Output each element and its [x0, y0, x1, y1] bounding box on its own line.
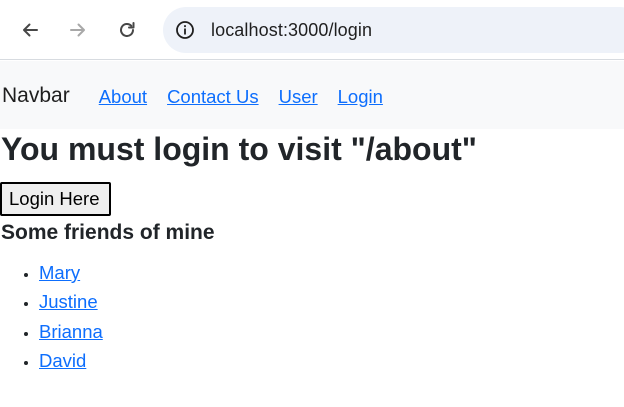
list-item: David [39, 346, 103, 375]
nav-link-login[interactable]: Login [338, 86, 383, 108]
address-bar[interactable]: localhost:3000/login [163, 7, 624, 53]
url-text[interactable]: localhost:3000/login [211, 20, 372, 41]
list-item: Brianna [39, 317, 103, 346]
friend-link-david[interactable]: David [39, 350, 86, 371]
nav-link-contact-us[interactable]: Contact Us [167, 86, 259, 108]
back-arrow-icon [23, 23, 38, 37]
friends-heading: Some friends of mine [1, 221, 215, 244]
page-navbar: Navbar About Contact Us User Login [0, 61, 624, 129]
navbar-brand[interactable]: Navbar [2, 84, 70, 108]
friend-link-mary[interactable]: Mary [39, 262, 80, 283]
reload-icon [120, 22, 135, 37]
list-item: Justine [39, 287, 103, 316]
forward-button[interactable] [63, 15, 93, 45]
friend-link-justine[interactable]: Justine [39, 291, 98, 312]
nav-link-user[interactable]: User [279, 86, 318, 108]
login-here-button[interactable]: Login Here [0, 182, 111, 216]
list-item: Mary [39, 258, 103, 287]
friend-link-brianna[interactable]: Brianna [39, 321, 103, 342]
forward-arrow-icon [70, 23, 85, 37]
back-button[interactable] [15, 15, 45, 45]
nav-link-about[interactable]: About [99, 86, 147, 108]
browser-toolbar: localhost:3000/login [0, 0, 624, 60]
info-icon[interactable] [173, 18, 197, 42]
nav-links: About Contact Us User Login [99, 86, 403, 108]
friends-list: Mary Justine Brianna David [0, 258, 103, 375]
reload-button[interactable] [112, 15, 142, 45]
page-title: You must login to visit "/about" [1, 131, 477, 167]
